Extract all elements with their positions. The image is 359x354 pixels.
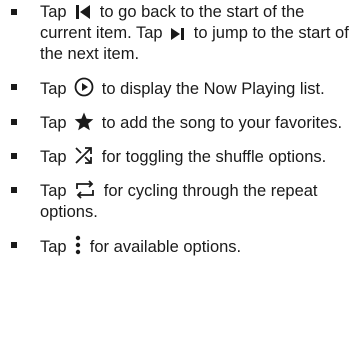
item-text-after: for available options. [89,238,242,256]
bullet [11,153,17,159]
item-text-before: Tap [40,3,67,21]
item-text-after: to add the song to your favorites. [101,114,343,132]
now-playing-icon [74,77,94,97]
instruction-list: Tap to go back to the start of the curre… [0,0,359,258]
repeat-icon [74,180,96,199]
bullet [11,187,17,193]
item-text-after: to display the Now Playing list. [101,80,325,98]
list-item-repeat: Tap for cycling through the repeat optio… [0,180,359,223]
item-text-before: Tap [40,238,67,256]
item-text-before: Tap [40,114,67,132]
list-item-favorite: Tap to add the song to your favorites. [0,112,359,134]
bullet [11,9,17,15]
star-icon [74,112,94,131]
item-text-after: for toggling the shuffle options. [101,148,327,166]
more-options-icon [74,235,82,255]
item-text-before: Tap [40,182,67,200]
skip-forward-icon [170,27,186,41]
item-text-before: Tap [40,148,67,166]
bullet [11,242,17,248]
item-text-before: Tap [40,80,67,98]
shuffle-icon [74,146,94,165]
skip-back-icon [74,4,92,20]
bullet [11,84,17,90]
list-item-more-options: Tap for available options. [0,235,359,258]
list-item-now-playing: Tap to display the Now Playing list. [0,77,359,100]
list-item-shuffle: Tap for toggling the shuffle options. [0,146,359,168]
list-item-skip: Tap to go back to the start of the curre… [0,2,359,65]
bullet [11,119,17,125]
